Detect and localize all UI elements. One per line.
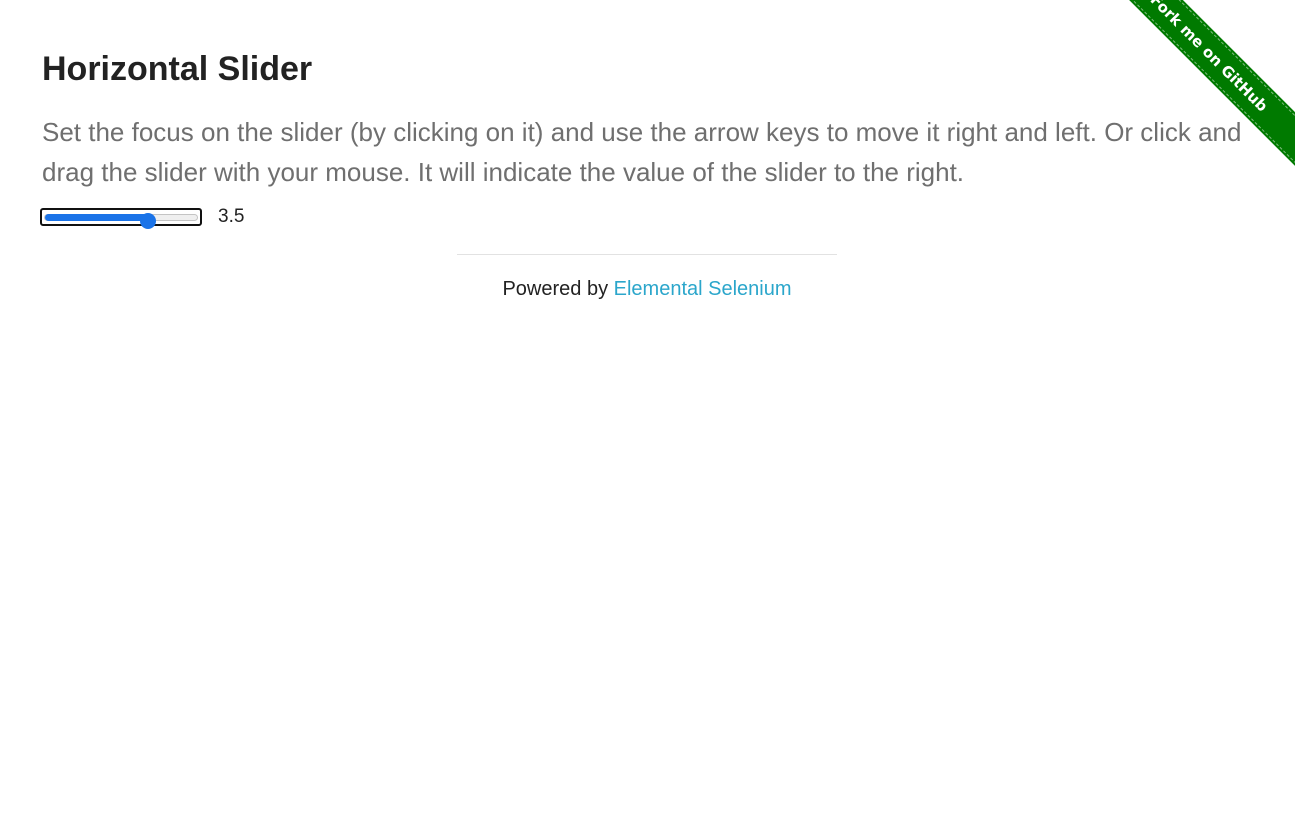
page-title: Horizontal Slider (42, 50, 313, 88)
horizontal-slider[interactable] (40, 208, 202, 229)
footer: Powered by Elemental Selenium (457, 277, 837, 301)
footer-prefix: Powered by (502, 278, 614, 300)
slider-value: 3.5 (218, 206, 245, 227)
slider-thumb[interactable] (140, 213, 156, 229)
slider-fill (45, 214, 148, 221)
example-content: Horizontal Slider Set the focus on the s… (42, 48, 1262, 192)
page-description: Set the focus on the slider (by clicking… (42, 117, 1242, 187)
slider-row: 3.5 (40, 206, 245, 229)
footer-divider (457, 254, 837, 255)
page: Fork me on GitHub Horizontal Slider Set … (0, 0, 1295, 814)
slider-track[interactable] (44, 213, 198, 229)
elemental-selenium-link[interactable]: Elemental Selenium (614, 278, 792, 300)
